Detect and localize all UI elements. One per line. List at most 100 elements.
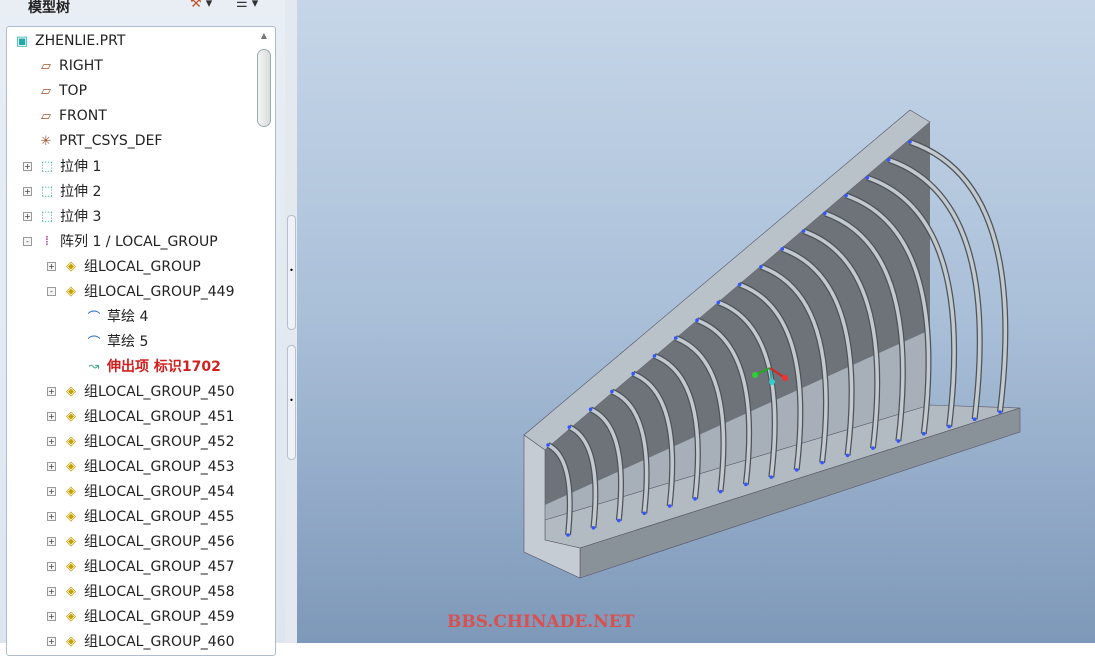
tree-item[interactable]: + ◈ 组LOCAL_GROUP xyxy=(47,255,201,277)
rib-point xyxy=(823,211,827,216)
rib-point xyxy=(972,417,977,422)
datum-plane-icon: ▱ xyxy=(41,58,51,74)
collapse-icon[interactable]: - xyxy=(23,236,32,246)
sketch-icon: ⌒ xyxy=(87,310,101,326)
tree-item[interactable]: + ◈ 组LOCAL_GROUP_455 xyxy=(47,505,234,527)
tree-item[interactable]: + ◈ 组LOCAL_GROUP_454 xyxy=(47,480,234,502)
model-tree: ▣ ZHENLIE.PRT ▱ RIGHT ▱ TOP ▱ FRONT ✳ PRT_CSYS_DE… xyxy=(6,26,276,656)
tree-item[interactable]: + ◈ 组LOCAL_GROUP_460 xyxy=(47,630,234,652)
rib-point xyxy=(693,497,697,501)
tree-item[interactable]: + ◈ 组LOCAL_GROUP_453 xyxy=(47,455,234,477)
tree-item[interactable]: - ◈ 组LOCAL_GROUP_449 xyxy=(47,280,234,302)
expand-icon[interactable]: + xyxy=(47,561,56,571)
tree-item-label: 拉伸 3 xyxy=(60,209,102,225)
tree-item-label: 组LOCAL_GROUP xyxy=(84,259,201,275)
3d-model xyxy=(523,109,1021,579)
group-icon: ◈ xyxy=(66,283,76,299)
tree-item-label: 组LOCAL_GROUP_452 xyxy=(84,434,235,450)
tree-item[interactable]: + ◈ 组LOCAL_GROUP_459 xyxy=(47,605,234,627)
model-tree-panel: 模型树 ⚒ ▾ ☰ ▾ ▣ ZHENLIE.PRT ▱ RIGHT ▱ TOP ▱ FRONT… xyxy=(0,0,285,656)
tree-item[interactable]: + ◈ 组LOCAL_GROUP_456 xyxy=(47,530,234,552)
sketch-icon: ⌒ xyxy=(87,335,101,351)
part-icon: ▣ xyxy=(15,33,29,49)
tree-item[interactable]: + ◈ 组LOCAL_GROUP_457 xyxy=(47,555,234,577)
rib-point xyxy=(871,446,875,450)
panel-splitter[interactable]: • • xyxy=(285,0,297,643)
expand-icon[interactable]: + xyxy=(47,586,56,596)
rib-point xyxy=(794,468,799,472)
tree-item[interactable]: + ⬚ 拉伸 1 xyxy=(23,155,101,177)
expand-icon[interactable]: + xyxy=(47,511,56,521)
expand-icon[interactable]: + xyxy=(47,536,56,546)
protrusion-icon: ↝ xyxy=(88,358,100,374)
rib-point xyxy=(617,518,621,523)
tree-item-label: 拉伸 1 xyxy=(60,159,102,175)
graphics-viewport[interactable]: BBS.CHINADE.NET xyxy=(297,0,1095,643)
expand-icon[interactable]: + xyxy=(47,611,56,621)
tree-item-label: 组LOCAL_GROUP_451 xyxy=(84,409,235,425)
tree-item-label: 组LOCAL_GROUP_460 xyxy=(84,634,235,650)
tree-item[interactable]: + ◈ 组LOCAL_GROUP_458 xyxy=(47,580,234,602)
group-icon: ◈ xyxy=(66,458,76,474)
rib-point xyxy=(631,371,635,376)
splitter-handle[interactable]: • xyxy=(287,345,296,460)
tree-item-label: 伸出项 标识1702 xyxy=(107,359,221,375)
expand-icon[interactable]: + xyxy=(23,211,32,221)
tree-item[interactable]: ▱ TOP xyxy=(37,80,87,102)
group-icon: ◈ xyxy=(66,258,76,274)
splitter-handle[interactable]: • xyxy=(287,215,296,330)
group-icon: ◈ xyxy=(66,433,76,449)
tree-item[interactable]: ⌒ 草绘 5 xyxy=(85,330,148,352)
tree-columns-button[interactable]: ☰ ▾ xyxy=(236,0,258,11)
tree-item-label: 组LOCAL_GROUP_455 xyxy=(84,509,235,525)
tree-item-label: 组LOCAL_GROUP_456 xyxy=(84,534,235,550)
tree-item[interactable]: + ◈ 组LOCAL_GROUP_450 xyxy=(47,380,234,402)
tree-item-label: 组LOCAL_GROUP_450 xyxy=(84,384,235,400)
tree-settings-button[interactable]: ⚒ ▾ xyxy=(190,0,212,11)
expand-icon[interactable]: + xyxy=(47,261,56,271)
expand-icon[interactable]: + xyxy=(47,461,56,471)
expand-icon[interactable]: + xyxy=(47,486,56,496)
scroll-up-icon[interactable]: ▲ xyxy=(257,31,271,40)
rib-point xyxy=(567,425,572,429)
rib-point xyxy=(845,453,850,458)
collapse-icon[interactable]: - xyxy=(47,286,56,296)
scroll-thumb[interactable] xyxy=(257,49,271,127)
tree-item[interactable]: - ⁞ 阵列 1 / LOCAL_GROUP xyxy=(23,230,218,252)
rib-point xyxy=(716,300,721,305)
group-icon: ◈ xyxy=(66,608,76,624)
tree-item[interactable]: + ⬚ 拉伸 3 xyxy=(23,205,101,227)
tree-item-label: ZHENLIE.PRT xyxy=(35,33,126,49)
rib-point xyxy=(588,407,593,412)
rib-point xyxy=(896,439,901,443)
tree-item[interactable]: + ◈ 组LOCAL_GROUP_451 xyxy=(47,405,234,427)
tree-scrollbar[interactable]: ▲ xyxy=(257,31,271,631)
extrude-icon: ⬚ xyxy=(40,208,54,224)
group-icon: ◈ xyxy=(66,583,76,599)
expand-icon[interactable]: + xyxy=(47,636,56,646)
group-icon: ◈ xyxy=(66,383,76,399)
tree-item[interactable]: ⌒ 草绘 4 xyxy=(85,305,148,327)
rib-point xyxy=(673,336,678,340)
tree-item[interactable]: + ◈ 组LOCAL_GROUP_452 xyxy=(47,430,234,452)
expand-icon[interactable]: + xyxy=(23,161,32,171)
tree-item[interactable]: ↝ 伸出项 标识1702 xyxy=(85,355,221,377)
expand-icon[interactable]: + xyxy=(23,186,32,196)
tree-item[interactable]: ✳ PRT_CSYS_DEF xyxy=(37,130,163,152)
tree-item[interactable]: + ⬚ 拉伸 2 xyxy=(23,180,101,202)
group-icon: ◈ xyxy=(66,633,76,649)
expand-icon[interactable]: + xyxy=(47,436,56,446)
expand-icon[interactable]: + xyxy=(47,386,56,396)
group-icon: ◈ xyxy=(66,483,76,499)
tree-item-label: 阵列 1 / LOCAL_GROUP xyxy=(60,234,218,250)
tree-item-label: 组LOCAL_GROUP_458 xyxy=(84,584,235,600)
rib-point xyxy=(737,282,742,287)
rib-point xyxy=(546,443,550,447)
tree-item-label: TOP xyxy=(59,83,88,99)
tree-columns-icon: ☰ xyxy=(236,0,248,11)
expand-icon[interactable]: + xyxy=(47,411,56,421)
tree-item-label: 组LOCAL_GROUP_457 xyxy=(84,559,235,575)
tree-item[interactable]: ▣ ZHENLIE.PRT xyxy=(13,30,126,52)
tree-item[interactable]: ▱ FRONT xyxy=(37,105,107,127)
tree-item[interactable]: ▱ RIGHT xyxy=(37,55,103,77)
